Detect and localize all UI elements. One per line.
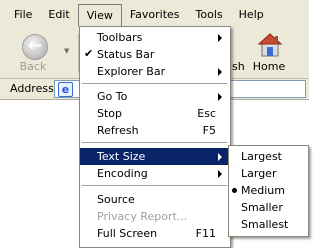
shortcut-refresh: F5 (202, 124, 216, 137)
menu-item-explorer-bar[interactable]: Explorer Bar (80, 63, 230, 80)
text-size-smaller[interactable]: Smaller (229, 199, 308, 216)
menu-favorites[interactable]: Favorites (122, 4, 188, 26)
text-size-smallest[interactable]: Smallest (229, 216, 308, 233)
ie-page-icon: e (58, 82, 73, 97)
menu-item-status-bar[interactable]: ✔ Status Bar (80, 46, 230, 63)
submenu-arrow-icon (218, 170, 222, 178)
menu-item-refresh[interactable]: Refresh F5 (80, 122, 230, 139)
menu-separator (82, 83, 227, 85)
refresh-label-partial[interactable]: sh (232, 60, 245, 73)
back-arrow-icon: ← (22, 34, 48, 60)
menu-separator (82, 185, 227, 187)
menu-edit[interactable]: Edit (40, 4, 77, 26)
menu-help[interactable]: Help (231, 4, 272, 26)
back-label: Back (19, 60, 47, 73)
text-size-submenu: Largest Larger Medium Smaller Smallest (228, 145, 309, 237)
home-icon (257, 33, 283, 57)
submenu-arrow-icon (218, 153, 222, 161)
address-label: Address (10, 82, 54, 95)
submenu-arrow-icon (218, 93, 222, 101)
menu-tools[interactable]: Tools (188, 4, 231, 26)
back-dropdown-arrow-icon[interactable]: ▼ (64, 47, 69, 55)
menu-view[interactable]: View (77, 3, 122, 27)
back-button[interactable]: ← Back (8, 28, 58, 78)
shortcut-full-screen: F11 (195, 227, 216, 240)
submenu-arrow-icon (218, 68, 222, 76)
checkmark-icon: ✔ (84, 47, 94, 60)
text-size-largest[interactable]: Largest (229, 148, 308, 165)
menu-item-text-size[interactable]: Text Size (80, 148, 230, 165)
submenu-arrow-icon (218, 34, 222, 42)
menu-item-full-screen[interactable]: Full Screen F11 (80, 225, 230, 242)
menu-file[interactable]: File (6, 4, 40, 26)
menu-item-encoding[interactable]: Encoding (80, 165, 230, 182)
shortcut-stop: Esc (197, 107, 216, 120)
menu-item-stop[interactable]: Stop Esc (80, 105, 230, 122)
view-menu-dropdown: Toolbars ✔ Status Bar Explorer Bar Go To… (79, 26, 231, 248)
home-label: Home (252, 60, 286, 73)
menu-item-toolbars[interactable]: Toolbars (80, 29, 230, 46)
menu-item-privacy-report: Privacy Report... (97, 210, 188, 223)
menu-item-go-to[interactable]: Go To (80, 88, 230, 105)
radio-bullet-icon (232, 188, 237, 193)
browser-window: File Edit View Favorites Tools Help ← Ba… (0, 0, 309, 248)
menu-item-source[interactable]: Source (80, 191, 230, 208)
text-size-medium[interactable]: Medium (229, 182, 308, 199)
text-size-larger[interactable]: Larger (229, 165, 308, 182)
menu-bar: File Edit View Favorites Tools Help (0, 0, 309, 29)
home-button[interactable]: Home (244, 28, 294, 78)
menu-separator (82, 142, 227, 144)
